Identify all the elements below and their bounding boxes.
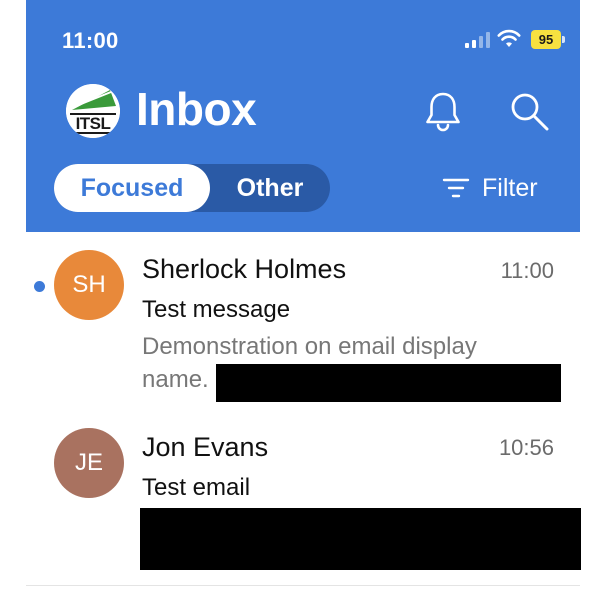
message-preview-line2: name.: [142, 366, 209, 393]
sender-name: Jon Evans: [142, 432, 269, 462]
itsl-logo[interactable]: ITSL: [66, 84, 120, 138]
status-time: 11:00: [62, 28, 119, 53]
filter-icon: [442, 178, 470, 198]
list-divider: [26, 585, 580, 586]
filter-label: Filter: [482, 173, 538, 202]
redaction-block: [140, 508, 581, 570]
message-subject: Test email: [142, 474, 251, 501]
tab-focused[interactable]: Focused: [54, 164, 210, 212]
logo-text: ITSL: [75, 114, 111, 133]
search-icon[interactable]: [508, 90, 550, 132]
battery-icon: 95: [531, 30, 561, 49]
inbox-tabs: Focused Other: [54, 164, 330, 212]
app-header: 11:00 95 ITSL Inbox Focused Other Filter: [26, 0, 580, 232]
message-preview-line1: Demonstration on email display: [142, 333, 477, 360]
tab-other[interactable]: Other: [210, 164, 330, 212]
message-row[interactable]: SH Sherlock Holmes 11:00 Test message De…: [26, 232, 580, 412]
sender-name: Sherlock Holmes: [142, 254, 347, 284]
avatar: SH: [54, 250, 124, 320]
message-time: 10:56: [498, 435, 554, 460]
message-row[interactable]: JE Jon Evans 10:56 Test email: [26, 412, 581, 585]
message-time: 11:00: [500, 258, 554, 283]
avatar: JE: [54, 428, 124, 498]
battery-nub: [562, 36, 565, 43]
message-subject: Test message: [142, 296, 291, 323]
redaction-block: [216, 364, 561, 402]
filter-button[interactable]: Filter: [442, 170, 538, 206]
wifi-icon: [497, 29, 521, 47]
page-title: Inbox: [136, 83, 257, 135]
unread-indicator: [34, 281, 45, 292]
signal-icon: [465, 31, 491, 48]
bell-icon[interactable]: [424, 90, 462, 132]
